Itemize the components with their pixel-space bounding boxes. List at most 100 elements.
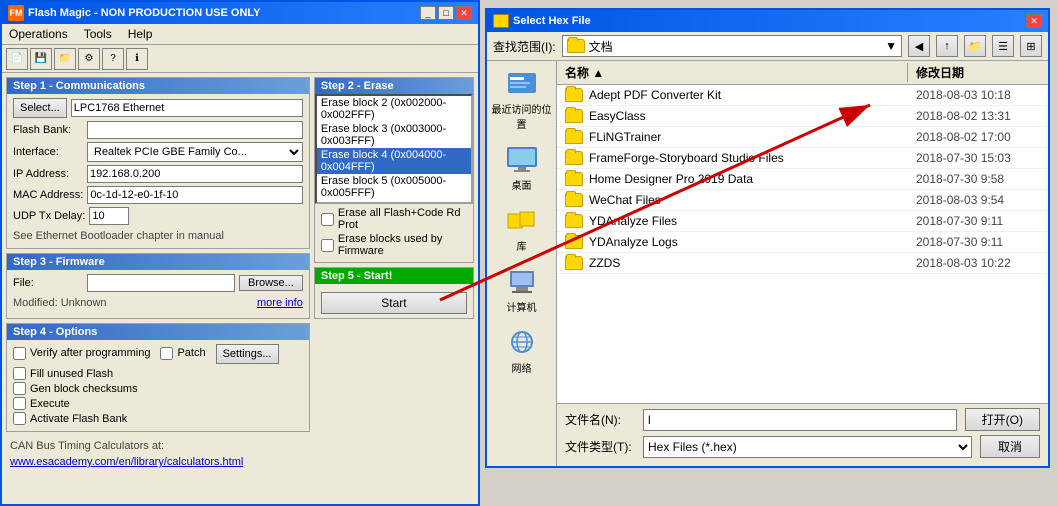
filetype-row: 文件类型(T): Hex Files (*.hex) 取消 (565, 435, 1040, 458)
col-name-header[interactable]: 名称 ▲ (557, 63, 908, 82)
maximize-button[interactable]: □ (438, 6, 454, 20)
nav-computer[interactable]: 计算机 (492, 265, 552, 314)
file-name-4: Home Designer Pro 2019 Data (557, 171, 908, 187)
left-panel: Step 1 - Communications Select... Flash … (6, 77, 310, 500)
filetype-select[interactable]: Hex Files (*.hex) (643, 436, 972, 458)
erase-block-1[interactable]: Erase block 3 (0x003000-0x003FFF) (317, 122, 471, 148)
toolbar: 📄 💾 📁 ⚙ ? ℹ (2, 45, 478, 73)
left-nav: 最近访问的位置 桌面 (487, 61, 557, 466)
nav-new-folder-btn[interactable]: 📁 (964, 35, 986, 57)
step2-body: Erase block 2 (0x002000-0x002FFF) Erase … (315, 94, 473, 262)
dropdown-arrow: ▼ (885, 39, 897, 53)
filename-input[interactable] (643, 409, 957, 431)
step4-header: Step 4 - Options (7, 324, 309, 340)
file-row-6[interactable]: YDAnalyze Files 2018-07-30 9:11 (557, 211, 1048, 232)
toolbar-btn-6[interactable]: ℹ (126, 48, 148, 70)
menu-tools[interactable]: Tools (81, 26, 115, 42)
udp-row: UDP Tx Delay: (13, 207, 303, 225)
file-row-3[interactable]: FrameForge-Storyboard Studio Files 2018-… (557, 148, 1048, 169)
file-date-3: 2018-07-30 15:03 (908, 150, 1048, 166)
file-row-0[interactable]: Adept PDF Converter Kit 2018-08-03 10:18 (557, 85, 1048, 106)
can-link[interactable]: www.esacademy.com/en/library/calculators… (10, 456, 243, 468)
right-panel: Step 2 - Erase Erase block 2 (0x002000-0… (314, 77, 474, 500)
file-date-8: 2018-08-03 10:22 (908, 255, 1048, 271)
file-list: Adept PDF Converter Kit 2018-08-03 10:18… (557, 85, 1048, 403)
desktop-icon (504, 143, 540, 175)
file-row-7[interactable]: YDAnalyze Logs 2018-07-30 9:11 (557, 232, 1048, 253)
verify-label: Verify after programming (30, 347, 150, 359)
file-date-1: 2018-08-02 13:31 (908, 108, 1048, 124)
path-dropdown[interactable]: 文档 ▼ (562, 35, 902, 57)
nav-up-btn[interactable]: ↑ (936, 35, 958, 57)
verify-checkbox[interactable] (13, 347, 26, 360)
modified-label: Modified: Unknown (13, 295, 107, 311)
file-name-2: FLiNGTrainer (557, 129, 908, 145)
cancel-button[interactable]: 取消 (980, 435, 1040, 458)
toolbar-btn-2[interactable]: 💾 (30, 48, 52, 70)
menu-operations[interactable]: Operations (6, 26, 71, 42)
patch-checkbox[interactable] (160, 347, 173, 360)
hex-body: 最近访问的位置 桌面 (487, 61, 1048, 466)
file-row: File: Browse... (13, 274, 303, 292)
toolbar-btn-1[interactable]: 📄 (6, 48, 28, 70)
nav-network[interactable]: 网络 (492, 326, 552, 375)
browse-button[interactable]: Browse... (239, 275, 303, 291)
settings-button[interactable]: Settings... (216, 344, 279, 364)
erase-block-0[interactable]: Erase block 2 (0x002000-0x002FFF) (317, 96, 471, 122)
library-label: 库 (517, 238, 527, 253)
fill-checkbox[interactable] (13, 367, 26, 380)
nav-view2-btn[interactable]: ⊞ (1020, 35, 1042, 57)
file-row-1[interactable]: EasyClass 2018-08-02 13:31 (557, 106, 1048, 127)
hex-toolbar: 查找范围(I): 文档 ▼ ◀ ↑ 📁 ☰ ⊞ (487, 32, 1048, 61)
file-name-1: EasyClass (557, 108, 908, 124)
erase-all-checkbox[interactable] (321, 213, 334, 226)
flash-bank-input[interactable] (87, 121, 303, 139)
nav-back-btn[interactable]: ◀ (908, 35, 930, 57)
interface-select[interactable]: Realtek PCIe GBE Family Co... (87, 142, 303, 162)
close-button[interactable]: ✕ (456, 6, 472, 20)
file-input[interactable] (87, 274, 235, 292)
verify-row: Verify after programming (13, 347, 150, 360)
file-header: 名称 ▲ 修改日期 (557, 61, 1048, 85)
nav-library[interactable]: 库 (492, 204, 552, 253)
device-input[interactable] (71, 99, 303, 117)
ip-input[interactable] (87, 165, 303, 183)
select-button[interactable]: Select... (13, 98, 67, 118)
footer-section: CAN Bus Timing Calculators at: www.esaca… (6, 436, 310, 470)
fill-label: Fill unused Flash (30, 368, 113, 380)
nav-desktop[interactable]: 桌面 (492, 143, 552, 192)
erase-block-2[interactable]: Erase block 4 (0x004000-0x004FFF) (317, 148, 471, 174)
erase-block-3[interactable]: Erase block 5 (0x005000-0x005FFF) (317, 174, 471, 200)
hex-file-window: Select Hex File ✕ 查找范围(I): 文档 ▼ ◀ ↑ 📁 ☰ … (485, 8, 1050, 468)
execute-checkbox[interactable] (13, 397, 26, 410)
hex-close-button[interactable]: ✕ (1026, 14, 1042, 28)
file-row-4[interactable]: Home Designer Pro 2019 Data 2018-07-30 9… (557, 169, 1048, 190)
nav-view-btn[interactable]: ☰ (992, 35, 1014, 57)
file-row-5[interactable]: WeChat Files 2018-08-03 9:54 (557, 190, 1048, 211)
toolbar-btn-4[interactable]: ⚙ (78, 48, 100, 70)
nav-recent[interactable]: 最近访问的位置 (492, 67, 552, 131)
mac-label: MAC Address: (13, 189, 83, 201)
minimize-button[interactable]: _ (420, 6, 436, 20)
can-label: CAN Bus Timing Calculators at: (10, 438, 306, 454)
bootloader-note: See Ethernet Bootloader chapter in manua… (13, 228, 303, 244)
gen-checkbox[interactable] (13, 382, 26, 395)
activate-checkbox[interactable] (13, 412, 26, 425)
gen-label: Gen block checksums (30, 383, 138, 395)
col-date-header[interactable]: 修改日期 (908, 63, 1048, 82)
file-row-8[interactable]: ZZDS 2018-08-03 10:22 (557, 253, 1048, 274)
erase-listbox[interactable]: Erase block 2 (0x002000-0x002FFF) Erase … (315, 94, 473, 204)
options-row: Verify after programming Patch Settings.… (13, 344, 303, 364)
open-button[interactable]: 打开(O) (965, 408, 1040, 431)
more-info-link[interactable]: more info (257, 297, 303, 309)
erase-firmware-checkbox[interactable] (321, 239, 334, 252)
menu-help[interactable]: Help (125, 26, 156, 42)
toolbar-btn-5[interactable]: ? (102, 48, 124, 70)
file-row-2[interactable]: FLiNGTrainer 2018-08-02 17:00 (557, 127, 1048, 148)
start-button[interactable]: Start (321, 292, 467, 314)
mac-input[interactable] (87, 186, 303, 204)
network-label: 网络 (512, 360, 532, 375)
udp-input[interactable] (89, 207, 129, 225)
toolbar-btn-3[interactable]: 📁 (54, 48, 76, 70)
file-date-2: 2018-08-02 17:00 (908, 129, 1048, 145)
